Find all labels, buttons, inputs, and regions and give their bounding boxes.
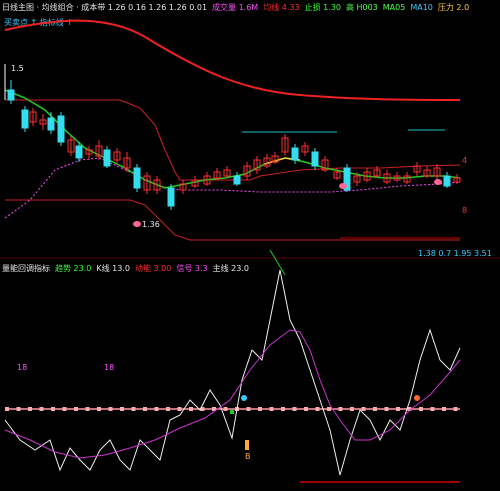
- zero-line-dot-36: [419, 407, 423, 411]
- zero-line-dot-28: [327, 407, 331, 411]
- zero-line-dot-9: [108, 407, 113, 411]
- indicator-mark-left-b-text: 18: [104, 363, 115, 372]
- indicator-mark-below-text: B: [245, 452, 251, 461]
- price-label-right-upper-text: 4: [462, 156, 468, 165]
- indicator-segment-5: 主线 23.0: [212, 264, 249, 273]
- indicator-mark-left-a: 18: [17, 363, 27, 372]
- zero-line-dot-2: [28, 407, 32, 411]
- zero-line-dot-6: [74, 407, 78, 411]
- indicator-segment-3: 动能 3.00: [134, 264, 172, 273]
- stock-chart-window: 日线主图 · 均线组合 · 成本带 1.26 0.16 1.26 1.26 0.…: [0, 0, 500, 491]
- signal-marker-a: [339, 183, 347, 189]
- candle-body-28: [291, 147, 299, 161]
- zero-line-dot-38: [442, 407, 446, 411]
- candle-body-10: [103, 149, 111, 167]
- low-point-marker: [133, 221, 141, 227]
- price-label-low-point: 1.36: [142, 220, 160, 229]
- candle-body-13: [133, 167, 141, 189]
- candle-body-0: [7, 89, 15, 101]
- indicator-segment-4: 信号 3.3: [176, 264, 208, 273]
- long-term-ma-line: [4, 19, 461, 101]
- zero-line-dot-19: [223, 407, 228, 411]
- candle-body-22: [233, 175, 241, 185]
- indicator-readouts: 量能回调指标 趋势 23.0 K线 13.0 动能 3.00 信号 3.3 主线 23.0: [2, 264, 254, 274]
- zero-line-dot-21: [246, 407, 251, 411]
- price-label-right-upper: 4: [462, 156, 467, 165]
- zero-line-dot-15: [177, 407, 182, 411]
- zero-line-dot-31: [361, 407, 366, 411]
- candle-body-7: [75, 145, 83, 159]
- candle-body-30: [311, 151, 319, 167]
- indicator-header: 量能回调指标 趋势 23.0 K线 13.0 动能 3.00 信号 3.3 主线 23.0: [2, 263, 254, 274]
- zero-line-dot-8: [97, 407, 101, 411]
- lower-band-line: [5, 199, 460, 241]
- zero-line-dot-39: [453, 407, 458, 411]
- price-readout-bottom-right: 1.38 0.7 1.95 3.51: [418, 249, 492, 258]
- indicator-segment-2: K线 13.0: [96, 264, 130, 273]
- candle-body-16: [167, 187, 175, 207]
- zero-line-dot-7: [85, 407, 90, 411]
- zero-line-dot-22: [258, 407, 262, 411]
- price-label-right-lower-text: 8: [462, 206, 468, 215]
- indicator-white-line: [4, 269, 461, 476]
- price-and-indicator-chart[interactable]: [0, 0, 500, 491]
- price-label-top-left-text: 1.5: [11, 64, 24, 73]
- zero-line-dot-23: [269, 407, 274, 411]
- zero-line-dot-5: [62, 407, 67, 411]
- price-readout-bottom-right-text: 1.38 0.7 1.95 3.51: [418, 249, 492, 258]
- indicator-segment-0: 量能回调指标: [2, 264, 50, 273]
- indicator-mark-left-b: 18: [104, 363, 114, 372]
- zero-line-dot-30: [350, 407, 354, 411]
- candle-body-43: [443, 175, 451, 187]
- indicator-segment-1: 趋势 23.0: [55, 264, 92, 273]
- zero-line-dot-3: [39, 407, 44, 411]
- zero-line-dot-13: [154, 407, 159, 411]
- zero-line-dot-29: [338, 407, 343, 411]
- indicator-mark-below: B: [245, 452, 251, 461]
- zero-line-dot-4: [51, 407, 55, 411]
- zero-line-dot-14: [166, 407, 170, 411]
- zero-line-dot-16: [189, 407, 193, 411]
- zero-line-dot-25: [292, 407, 297, 411]
- zero-line-dot-32: [373, 407, 377, 411]
- candle-body-4: [47, 117, 55, 131]
- indicator-buy-dot: [241, 395, 247, 401]
- indicator-sell-dot: [414, 395, 420, 401]
- signal-marker-b: [434, 179, 442, 185]
- zero-line-dot-24: [281, 407, 285, 411]
- zero-line-dot-26: [304, 407, 308, 411]
- zero-line-dot-11: [131, 407, 136, 411]
- zero-line-dot-27: [315, 407, 320, 411]
- zero-line-dot-10: [120, 407, 124, 411]
- indicator-green-spike: [269, 249, 286, 276]
- zero-line-dot-33: [384, 407, 389, 411]
- price-label-top-left: 1.5: [11, 64, 24, 73]
- price-label-right-lower: 8: [462, 206, 467, 215]
- zero-line-dot-1: [16, 407, 21, 411]
- indicator-orange-bar: [245, 440, 249, 450]
- candle-body-1: [21, 109, 29, 129]
- indicator-mark-left-a-text: 18: [17, 363, 28, 372]
- zero-line-dot-34: [396, 407, 400, 411]
- indicator-green-square: [230, 410, 234, 414]
- price-label-low-point-text: 1.36: [142, 220, 160, 229]
- zero-line-dot-0: [5, 407, 9, 411]
- green-ma-line: [4, 89, 461, 189]
- indicator-purple-line: [4, 329, 461, 459]
- zero-line-dot-37: [430, 407, 435, 411]
- candle-body-5: [57, 115, 65, 143]
- zero-line-dot-12: [143, 407, 147, 411]
